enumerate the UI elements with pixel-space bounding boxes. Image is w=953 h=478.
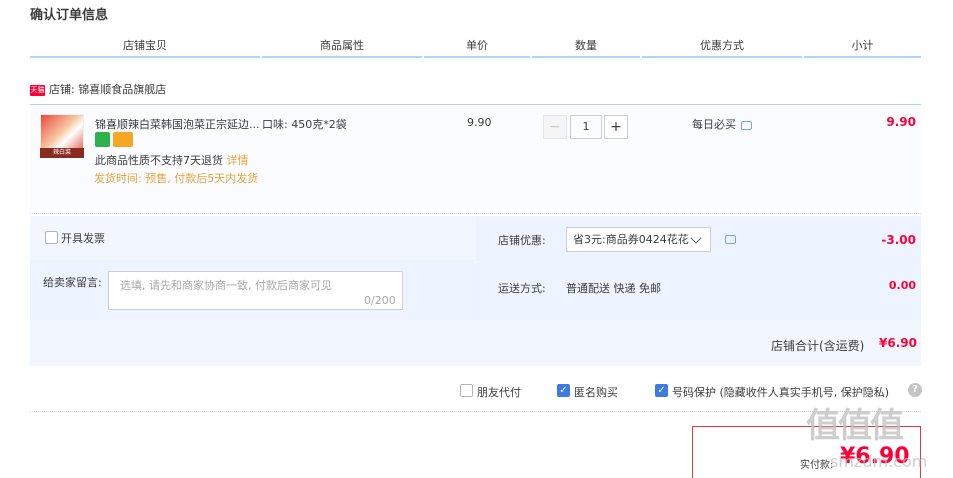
delivery-method: 普通配送 快递 免邮 bbox=[566, 282, 661, 295]
page-title: 确认订单信息 bbox=[30, 8, 109, 23]
col-header-quantity: 数量 bbox=[532, 34, 640, 58]
return-detail-link[interactable]: 详情 bbox=[227, 154, 249, 167]
col-header-promotion: 优惠方式 bbox=[642, 34, 802, 58]
invoice-label: 开具发票 bbox=[61, 232, 105, 245]
item-title-link[interactable]: 锦喜顺辣白菜韩国泡菜正宗延边... bbox=[95, 116, 260, 132]
message-label: 给卖家留言: bbox=[43, 276, 102, 289]
promotion: 每日必买 bbox=[692, 116, 736, 132]
shop-row: 天猫 店铺: 锦喜顺食品旗舰店 bbox=[30, 80, 166, 100]
thumbnail-label: 辣白菜 bbox=[40, 148, 84, 158]
item-property: 口味: 450克*2袋 bbox=[262, 118, 347, 131]
quantity-increase-button[interactable]: + bbox=[604, 115, 628, 139]
credit-card-icon[interactable] bbox=[113, 132, 133, 147]
invoice-checkbox[interactable] bbox=[45, 231, 58, 244]
quantity-decrease-button[interactable]: − bbox=[543, 115, 567, 139]
watermark-logo: 值值值 bbox=[806, 406, 904, 446]
shipping-time: 发货时间: 预售, 付款后5天内发货 bbox=[94, 172, 259, 185]
message-char-count: 0/200 bbox=[364, 294, 396, 307]
col-header-property: 商品属性 bbox=[262, 34, 422, 58]
pay-label: 实付款: bbox=[800, 460, 834, 471]
shop-discount-select[interactable]: 省3元:商品券0424花花 bbox=[566, 227, 711, 252]
anonymous-checkbox[interactable]: ✓ bbox=[557, 384, 570, 397]
promotion-chat-icon[interactable] bbox=[741, 121, 752, 130]
privacy-checkbox[interactable]: ✓ bbox=[655, 384, 668, 397]
item-subtotal: 9.90 bbox=[886, 115, 916, 129]
quantity-input[interactable]: 1 bbox=[570, 115, 602, 139]
col-header-item: 店铺宝贝 bbox=[30, 34, 260, 58]
help-icon[interactable]: ? bbox=[908, 383, 922, 397]
col-header-subtotal: 小计 bbox=[804, 34, 921, 58]
return-notice: 此商品性质不支持7天退货 详情 bbox=[95, 152, 249, 168]
anonymous-label: 匿名购买 bbox=[574, 386, 618, 399]
unit-price: 9.90 bbox=[467, 116, 492, 129]
shop-total-label: 店铺合计(含运费) bbox=[771, 339, 865, 353]
shop-discount-amount: -3.00 bbox=[881, 233, 916, 247]
col-header-price: 单价 bbox=[424, 34, 530, 58]
shop-discount-label: 店铺优惠: bbox=[498, 234, 546, 247]
shop-name[interactable]: 店铺: 锦喜顺食品旗舰店 bbox=[49, 83, 166, 96]
promotion-text: 每日必买 bbox=[692, 118, 736, 131]
watermark-site: smzdm.com bbox=[830, 452, 928, 471]
return-notice-text: 此商品性质不支持7天退货 bbox=[95, 154, 223, 167]
message-placeholder: 选填, 请先和商家协商一致, 付款后商家可见 bbox=[120, 279, 332, 292]
guarantee-icon[interactable] bbox=[95, 132, 110, 147]
friend-pay-checkbox[interactable] bbox=[460, 384, 473, 397]
divider bbox=[30, 411, 921, 412]
discount-chat-icon[interactable] bbox=[725, 235, 736, 244]
shop-total-amount: ¥6.90 bbox=[879, 336, 917, 350]
delivery-amount: 0.00 bbox=[888, 279, 916, 292]
friend-pay-label: 朋友代付 bbox=[477, 386, 521, 399]
tmall-badge-icon: 天猫 bbox=[30, 84, 45, 96]
delivery-label: 运送方式: bbox=[498, 282, 546, 295]
